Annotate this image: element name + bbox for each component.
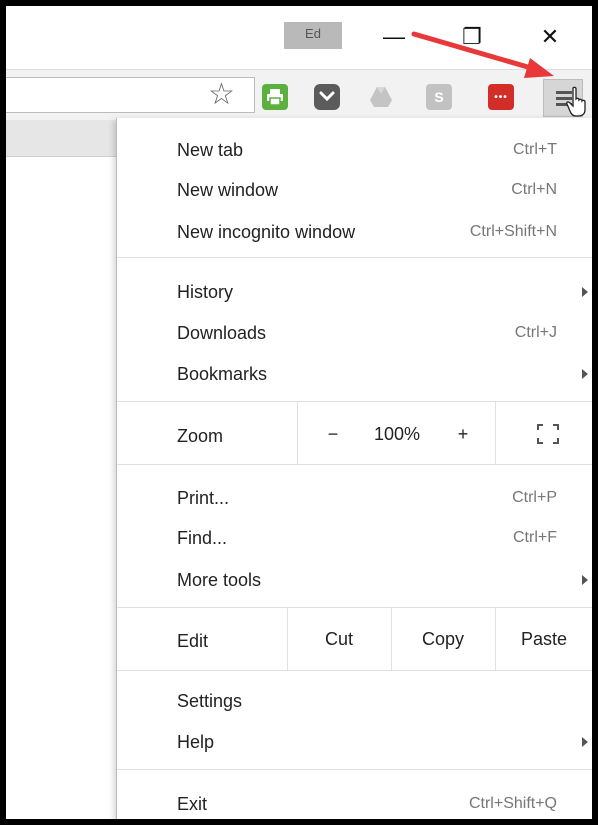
menu-separator: [117, 401, 592, 402]
menu-item-downloads[interactable]: Downloads: [177, 318, 266, 348]
menu-item-help[interactable]: Help: [177, 727, 214, 757]
submenu-arrow-icon: [582, 369, 588, 379]
zoom-divider: [495, 402, 496, 464]
fullscreen-button[interactable]: [537, 424, 559, 449]
shortcut-new-incognito: Ctrl+Shift+N: [469, 223, 557, 240]
zoom-level: 100%: [373, 424, 421, 444]
submenu-arrow-icon: [582, 287, 588, 297]
shortcut-new-window: Ctrl+N: [511, 181, 557, 198]
zoom-in-button[interactable]: +: [443, 419, 483, 449]
menu-item-more-tools[interactable]: More tools: [177, 565, 261, 595]
menu-separator: [117, 257, 592, 258]
submenu-arrow-icon: [582, 575, 588, 585]
cut-button[interactable]: Cut: [287, 624, 391, 654]
zoom-out-button[interactable]: −: [313, 419, 353, 449]
browser-window: Ed — ❐ ✕ ☆ S ••• New tab Ctrl+T New wind…: [6, 6, 592, 819]
menu-item-history[interactable]: History: [177, 277, 233, 307]
menu-item-exit[interactable]: Exit: [177, 789, 207, 819]
menu-item-zoom: Zoom: [177, 426, 224, 446]
submenu-arrow-icon: [582, 737, 588, 747]
shortcut-print: Ctrl+P: [512, 489, 557, 506]
shortcut-downloads: Ctrl+J: [514, 324, 557, 341]
shortcut-exit: Ctrl+Shift+Q: [468, 795, 557, 812]
menu-item-bookmarks[interactable]: Bookmarks: [177, 359, 267, 389]
menu-separator: [117, 607, 592, 608]
menu-item-new-incognito[interactable]: New incognito window: [177, 217, 355, 247]
zoom-divider: [297, 402, 298, 464]
menu-item-settings[interactable]: Settings: [177, 686, 242, 716]
menu-item-new-window[interactable]: New window: [177, 175, 278, 205]
shortcut-new-tab: Ctrl+T: [513, 141, 557, 158]
menu-separator: [117, 769, 592, 770]
menu-item-new-tab[interactable]: New tab: [177, 135, 243, 165]
menu-item-edit: Edit: [177, 631, 209, 651]
menu-separator: [117, 670, 592, 671]
paste-button[interactable]: Paste: [495, 624, 592, 654]
menu-separator: [117, 464, 592, 465]
mouse-cursor-icon: [566, 86, 586, 117]
menu-item-print[interactable]: Print...: [177, 483, 229, 513]
menu-item-find[interactable]: Find...: [177, 523, 227, 553]
fullscreen-icon: [537, 424, 559, 444]
copy-button[interactable]: Copy: [391, 624, 495, 654]
chrome-main-menu: New tab Ctrl+T New window Ctrl+N New inc…: [116, 118, 592, 819]
shortcut-find: Ctrl+F: [513, 529, 557, 546]
annotation-arrow-icon: [411, 31, 554, 78]
